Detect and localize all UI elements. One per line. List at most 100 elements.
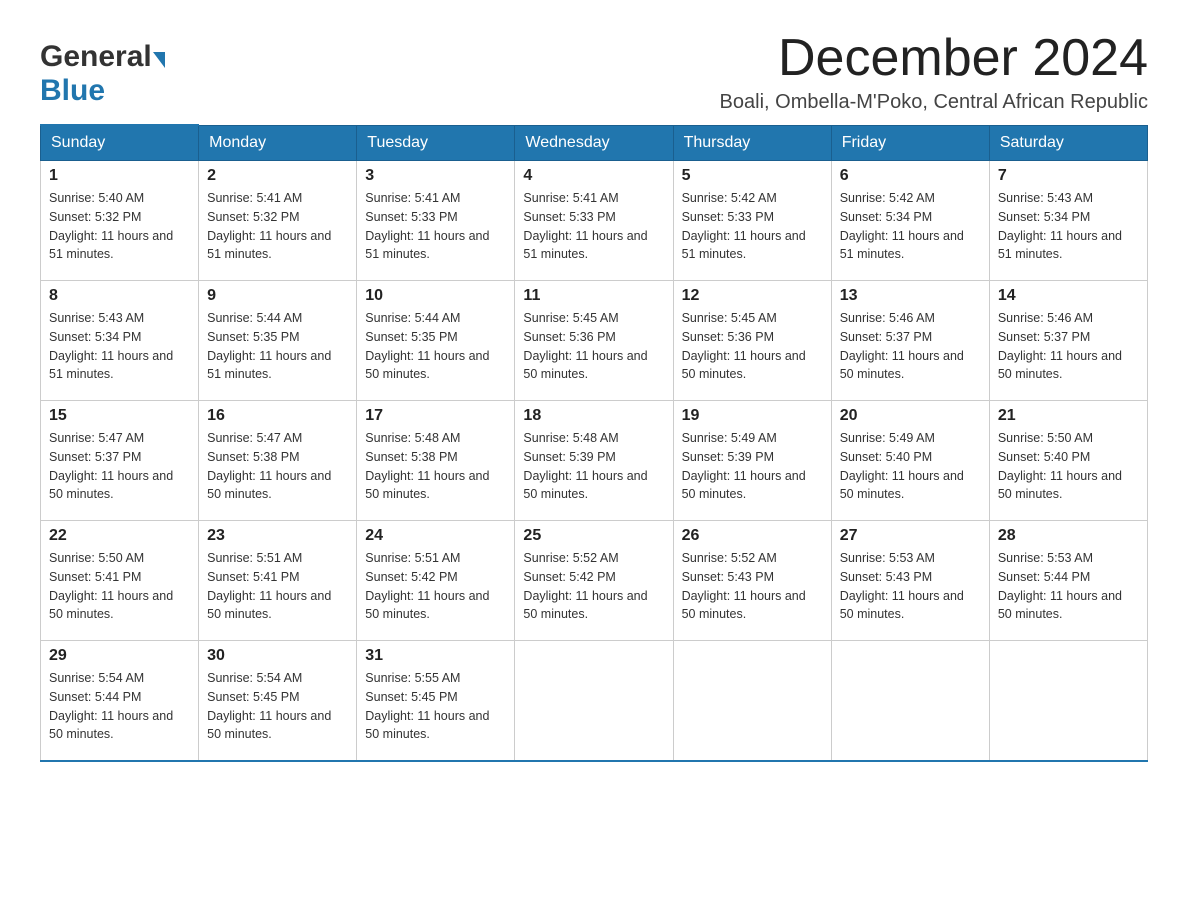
day-info: Sunrise: 5:53 AMSunset: 5:44 PMDaylight:… [998, 549, 1139, 624]
weekday-header-saturday: Saturday [989, 125, 1147, 161]
calendar-day-cell: 11 Sunrise: 5:45 AMSunset: 5:36 PMDayligh… [515, 281, 673, 401]
calendar-day-cell: 28 Sunrise: 5:53 AMSunset: 5:44 PMDayligh… [989, 521, 1147, 641]
calendar-day-cell: 17Sunrise: 5:48 AMSunset: 5:38 PMDayligh… [357, 401, 515, 521]
weekday-header-row: SundayMondayTuesdayWednesdayThursdayFrid… [41, 125, 1148, 161]
calendar-day-cell: 20Sunrise: 5:49 AMSunset: 5:40 PMDayligh… [831, 401, 989, 521]
day-info: Sunrise: 5:51 AMSunset: 5:42 PMDaylight:… [365, 549, 506, 624]
calendar-week-row: 22 Sunrise: 5:50 AMSunset: 5:41 PMDayligh… [41, 521, 1148, 641]
day-info: Sunrise: 5:46 AMSunset: 5:37 PMDaylight:… [840, 309, 981, 384]
day-number: 14 [998, 287, 1139, 305]
day-number: 21 [998, 407, 1139, 425]
day-info: Sunrise: 5:47 AMSunset: 5:37 PMDaylight:… [49, 429, 190, 504]
logo-general: General [40, 40, 152, 74]
day-number: 4 [523, 167, 664, 185]
day-number: 5 [682, 167, 823, 185]
day-number: 1 [49, 167, 190, 185]
day-number: 15 [49, 407, 190, 425]
calendar-day-cell: 19 Sunrise: 5:49 AMSunset: 5:39 PMDayligh… [673, 401, 831, 521]
calendar-day-cell: 16 Sunrise: 5:47 AMSunset: 5:38 PMDayligh… [199, 401, 357, 521]
calendar-day-cell [515, 641, 673, 761]
logo: General Blue [40, 40, 165, 108]
day-number: 22 [49, 527, 190, 545]
day-info: Sunrise: 5:45 AMSunset: 5:36 PMDaylight:… [682, 309, 823, 384]
calendar-day-cell: 10 Sunrise: 5:44 AMSunset: 5:35 PMDayligh… [357, 281, 515, 401]
day-number: 8 [49, 287, 190, 305]
title-area: December 2024 Boali, Ombella-M'Poko, Cen… [720, 30, 1148, 114]
calendar-day-cell: 2 Sunrise: 5:41 AMSunset: 5:32 PMDaylight… [199, 161, 357, 281]
weekday-header-thursday: Thursday [673, 125, 831, 161]
location-subtitle: Boali, Ombella-M'Poko, Central African R… [720, 91, 1148, 114]
day-info: Sunrise: 5:44 AMSunset: 5:35 PMDaylight:… [365, 309, 506, 384]
day-number: 25 [523, 527, 664, 545]
calendar-table: SundayMondayTuesdayWednesdayThursdayFrid… [40, 124, 1148, 762]
day-number: 28 [998, 527, 1139, 545]
day-info: Sunrise: 5:55 AMSunset: 5:45 PMDaylight:… [365, 669, 506, 744]
calendar-day-cell: 1 Sunrise: 5:40 AMSunset: 5:32 PMDaylight… [41, 161, 199, 281]
day-number: 23 [207, 527, 348, 545]
calendar-day-cell [989, 641, 1147, 761]
calendar-day-cell: 8 Sunrise: 5:43 AMSunset: 5:34 PMDaylight… [41, 281, 199, 401]
day-info: Sunrise: 5:52 AMSunset: 5:43 PMDaylight:… [682, 549, 823, 624]
day-number: 7 [998, 167, 1139, 185]
day-info: Sunrise: 5:43 AMSunset: 5:34 PMDaylight:… [998, 189, 1139, 264]
day-number: 18 [523, 407, 664, 425]
day-info: Sunrise: 5:46 AMSunset: 5:37 PMDaylight:… [998, 309, 1139, 384]
day-info: Sunrise: 5:41 AMSunset: 5:33 PMDaylight:… [523, 189, 664, 264]
calendar-week-row: 15 Sunrise: 5:47 AMSunset: 5:37 PMDayligh… [41, 401, 1148, 521]
day-info: Sunrise: 5:50 AMSunset: 5:40 PMDaylight:… [998, 429, 1139, 504]
day-info: Sunrise: 5:44 AMSunset: 5:35 PMDaylight:… [207, 309, 348, 384]
calendar-week-row: 1 Sunrise: 5:40 AMSunset: 5:32 PMDaylight… [41, 161, 1148, 281]
calendar-day-cell: 4 Sunrise: 5:41 AMSunset: 5:33 PMDaylight… [515, 161, 673, 281]
day-number: 24 [365, 527, 506, 545]
day-info: Sunrise: 5:42 AMSunset: 5:33 PMDaylight:… [682, 189, 823, 264]
day-info: Sunrise: 5:41 AMSunset: 5:32 PMDaylight:… [207, 189, 348, 264]
day-number: 9 [207, 287, 348, 305]
day-info: Sunrise: 5:49 AMSunset: 5:40 PMDaylight:… [840, 429, 981, 504]
calendar-week-row: 29 Sunrise: 5:54 AMSunset: 5:44 PMDayligh… [41, 641, 1148, 761]
day-info: Sunrise: 5:42 AMSunset: 5:34 PMDaylight:… [840, 189, 981, 264]
calendar-day-cell: 26Sunrise: 5:52 AMSunset: 5:43 PMDayligh… [673, 521, 831, 641]
day-number: 27 [840, 527, 981, 545]
day-number: 19 [682, 407, 823, 425]
calendar-day-cell: 21 Sunrise: 5:50 AMSunset: 5:40 PMDayligh… [989, 401, 1147, 521]
day-number: 12 [682, 287, 823, 305]
month-title: December 2024 [720, 30, 1148, 87]
calendar-day-cell: 12 Sunrise: 5:45 AMSunset: 5:36 PMDayligh… [673, 281, 831, 401]
calendar-day-cell: 27Sunrise: 5:53 AMSunset: 5:43 PMDayligh… [831, 521, 989, 641]
day-number: 30 [207, 647, 348, 665]
day-info: Sunrise: 5:54 AMSunset: 5:44 PMDaylight:… [49, 669, 190, 744]
day-info: Sunrise: 5:51 AMSunset: 5:41 PMDaylight:… [207, 549, 348, 624]
weekday-header-monday: Monday [199, 125, 357, 161]
day-number: 3 [365, 167, 506, 185]
day-info: Sunrise: 5:54 AMSunset: 5:45 PMDaylight:… [207, 669, 348, 744]
day-number: 10 [365, 287, 506, 305]
day-info: Sunrise: 5:50 AMSunset: 5:41 PMDaylight:… [49, 549, 190, 624]
logo-blue: Blue [40, 74, 105, 108]
day-number: 16 [207, 407, 348, 425]
day-number: 17 [365, 407, 506, 425]
calendar-day-cell: 25 Sunrise: 5:52 AMSunset: 5:42 PMDayligh… [515, 521, 673, 641]
header: General Blue December 2024 Boali, Ombell… [40, 30, 1148, 114]
calendar-day-cell: 14 Sunrise: 5:46 AMSunset: 5:37 PMDayligh… [989, 281, 1147, 401]
calendar-day-cell: 5 Sunrise: 5:42 AMSunset: 5:33 PMDaylight… [673, 161, 831, 281]
calendar-day-cell: 30 Sunrise: 5:54 AMSunset: 5:45 PMDayligh… [199, 641, 357, 761]
day-info: Sunrise: 5:40 AMSunset: 5:32 PMDaylight:… [49, 189, 190, 264]
day-info: Sunrise: 5:45 AMSunset: 5:36 PMDaylight:… [523, 309, 664, 384]
day-number: 29 [49, 647, 190, 665]
day-number: 11 [523, 287, 664, 305]
calendar-day-cell: 6Sunrise: 5:42 AMSunset: 5:34 PMDaylight… [831, 161, 989, 281]
calendar-day-cell [673, 641, 831, 761]
day-info: Sunrise: 5:47 AMSunset: 5:38 PMDaylight:… [207, 429, 348, 504]
day-info: Sunrise: 5:52 AMSunset: 5:42 PMDaylight:… [523, 549, 664, 624]
calendar-day-cell: 23 Sunrise: 5:51 AMSunset: 5:41 PMDayligh… [199, 521, 357, 641]
weekday-header-tuesday: Tuesday [357, 125, 515, 161]
day-info: Sunrise: 5:43 AMSunset: 5:34 PMDaylight:… [49, 309, 190, 384]
day-info: Sunrise: 5:41 AMSunset: 5:33 PMDaylight:… [365, 189, 506, 264]
day-info: Sunrise: 5:49 AMSunset: 5:39 PMDaylight:… [682, 429, 823, 504]
calendar-week-row: 8 Sunrise: 5:43 AMSunset: 5:34 PMDaylight… [41, 281, 1148, 401]
day-info: Sunrise: 5:48 AMSunset: 5:39 PMDaylight:… [523, 429, 664, 504]
calendar-day-cell: 3 Sunrise: 5:41 AMSunset: 5:33 PMDaylight… [357, 161, 515, 281]
weekday-header-friday: Friday [831, 125, 989, 161]
day-number: 2 [207, 167, 348, 185]
calendar-day-cell: 7 Sunrise: 5:43 AMSunset: 5:34 PMDaylight… [989, 161, 1147, 281]
